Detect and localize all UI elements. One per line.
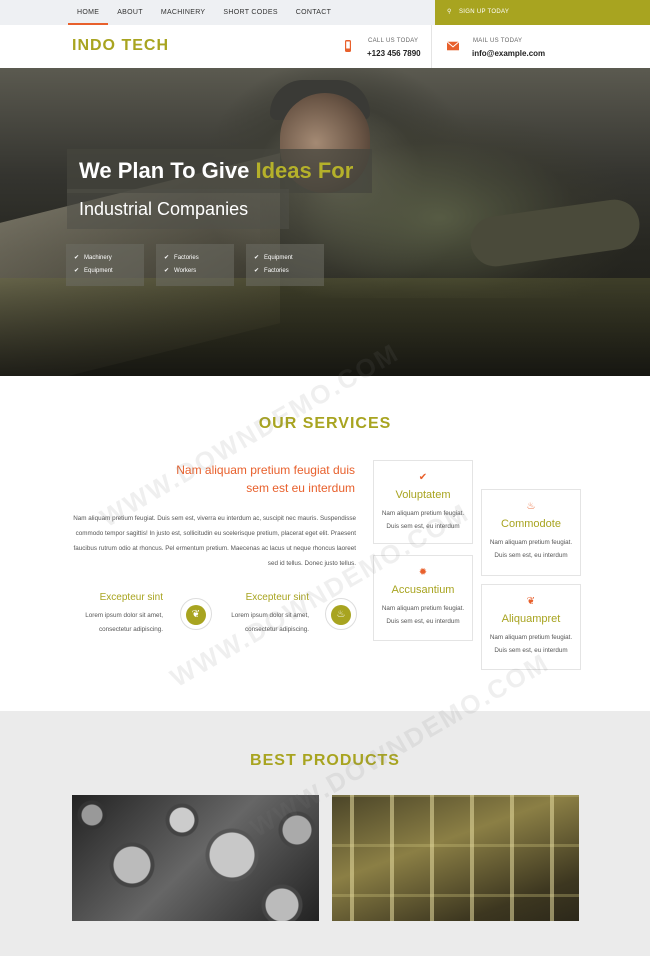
- call-label: CALL US TODAY: [368, 38, 419, 44]
- feature-desc: Lorem ipsum dolor sit amet, consectetur a…: [85, 612, 163, 633]
- list-item: Factories: [254, 265, 324, 278]
- card-title: Aliquampret: [501, 613, 561, 625]
- call-value: +123 456 7890: [367, 49, 421, 58]
- list-item: Workers: [164, 265, 234, 278]
- main-nav: HOME ABOUT MACHINERY SHORT CODES CONTACT: [68, 0, 340, 25]
- card-title: Commodote: [501, 518, 561, 530]
- check-icon: ✔: [418, 472, 428, 483]
- hero-list-1: Machinery Equipment: [66, 244, 144, 286]
- leaf-icon: ❦: [526, 596, 536, 607]
- mail-value[interactable]: info@example.com: [472, 49, 545, 58]
- hero-list-2: Factories Workers: [156, 244, 234, 286]
- hero-title-text: We Plan To Give: [79, 158, 256, 183]
- hero-list-3: Equipment Factories: [246, 244, 324, 286]
- nav-short-codes[interactable]: SHORT CODES: [214, 0, 286, 25]
- fire-icon: ♨: [526, 501, 536, 512]
- header-divider: [431, 25, 432, 68]
- list-item: Equipment: [74, 265, 144, 278]
- card-desc: Nam aliquam pretium feugiat. Duis sem est…: [381, 605, 465, 625]
- sign-up-label: SIGN UP TODAY: [459, 9, 510, 15]
- nav-machinery[interactable]: MACHINERY: [152, 0, 215, 25]
- phone-icon: [345, 40, 351, 52]
- leaf-icon: ❦: [186, 604, 206, 625]
- service-card-commodote[interactable]: ♨ Commodote Nam aliquam pretium feugiat.…: [481, 489, 581, 576]
- key-icon: ⚲: [447, 9, 452, 15]
- nav-contact[interactable]: CONTACT: [287, 0, 340, 25]
- hero-title: We Plan To Give Ideas For: [67, 149, 372, 193]
- card-desc: Nam aliquam pretium feugiat. Duis sem est…: [489, 539, 573, 559]
- feature-1: Excepteur sint Lorem ipsum dolor sit ame…: [73, 592, 163, 637]
- list-item: Equipment: [254, 252, 324, 265]
- site-logo[interactable]: INDO TECH: [72, 37, 169, 55]
- nav-home[interactable]: HOME: [68, 0, 109, 25]
- mail-label: MAIL US TODAY: [473, 38, 523, 44]
- hero-subtitle: Industrial Companies: [67, 189, 289, 229]
- leaf-icon-circle: ❦: [180, 598, 212, 630]
- hero-title-highlight: Ideas For: [255, 158, 354, 183]
- products-title: BEST PRODUCTS: [250, 752, 400, 769]
- site-header: INDO TECH CALL US TODAY +123 456 7890 MA…: [0, 25, 650, 68]
- product-image-refinery[interactable]: [332, 795, 579, 921]
- feature-title: Excepteur sint: [99, 592, 163, 603]
- services-title: OUR SERVICES: [258, 415, 392, 432]
- sign-up-button[interactable]: ⚲ SIGN UP TODAY: [435, 0, 650, 25]
- flame-icon: ♨: [331, 604, 351, 625]
- list-item: Machinery: [74, 252, 144, 265]
- nav-about[interactable]: ABOUT: [108, 0, 152, 25]
- mail-icon: [447, 41, 459, 51]
- hero-banner: We Plan To Give Ideas For Industrial Com…: [0, 68, 650, 376]
- list-item: Factories: [164, 252, 234, 265]
- card-title: Accusantium: [391, 584, 455, 596]
